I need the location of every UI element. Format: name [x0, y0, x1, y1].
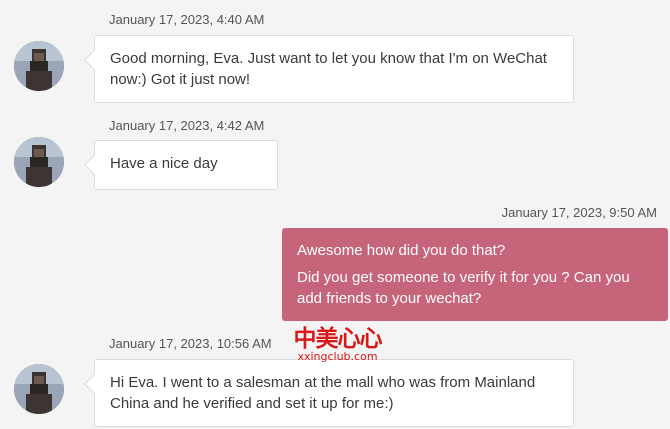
message-timestamp: January 17, 2023, 4:40 AM — [109, 12, 265, 27]
message-timestamp: January 17, 2023, 9:50 AM — [501, 205, 657, 220]
watermark-site: xxingclub.com — [297, 350, 378, 363]
message-text: Awesome how did you do that? — [297, 242, 506, 259]
incoming-message-bubble[interactable]: Good morning, Eva. Just want to let you … — [94, 35, 574, 103]
incoming-message-bubble[interactable]: Have a nice day — [94, 140, 278, 190]
contact-avatar[interactable] — [14, 41, 64, 91]
watermark-logo: 中美心心 xxingclub.com — [285, 326, 390, 363]
outgoing-message-bubble[interactable]: Awesome how did you do that? Did you get… — [282, 228, 668, 321]
avatar-image — [14, 137, 64, 187]
contact-avatar[interactable] — [14, 364, 64, 414]
incoming-message-bubble[interactable]: Hi Eva. I went to a salesman at the mall… — [94, 359, 574, 427]
avatar-image — [14, 364, 64, 414]
message-text: Hi Eva. I went to a salesman at the mall… — [110, 374, 536, 412]
message-text: Did you get someone to verify it for you… — [297, 269, 630, 307]
message-timestamp: January 17, 2023, 10:56 AM — [109, 336, 272, 351]
message-timestamp: January 17, 2023, 4:42 AM — [109, 118, 265, 133]
avatar-image — [14, 41, 64, 91]
watermark-title: 中美心心 — [293, 326, 383, 352]
contact-avatar[interactable] — [14, 137, 64, 187]
message-text: Have a nice day — [110, 155, 218, 172]
message-text: Good morning, Eva. Just want to let you … — [110, 50, 547, 88]
